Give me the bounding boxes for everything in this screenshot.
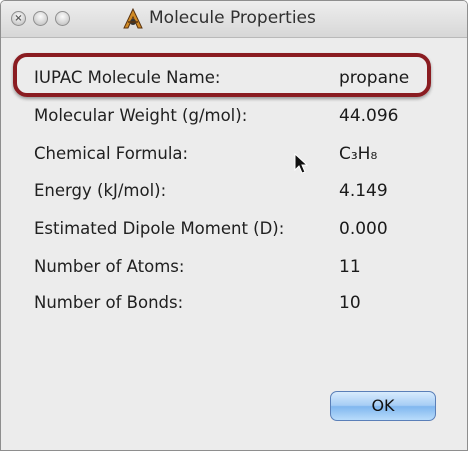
property-row-dipole-moment: Estimated Dipole Moment (D): 0.000 [1, 217, 467, 243]
mouse-cursor-icon [294, 153, 308, 174]
property-row-molecular-weight: Molecular Weight (g/mol): 44.096 [1, 104, 467, 130]
ok-button[interactable]: OK [330, 391, 436, 421]
property-row-energy: Energy (kJ/mol): 4.149 [1, 179, 467, 205]
avogadro-icon [123, 7, 143, 29]
property-label: Energy (kJ/mol): [34, 181, 167, 200]
iupac-name-highlight [13, 53, 431, 97]
property-row-number-of-bonds: Number of Bonds: 10 [1, 291, 467, 317]
property-label: Number of Bonds: [34, 293, 184, 312]
property-label: Chemical Formula: [34, 144, 189, 163]
property-value: C₃H₈ [339, 144, 378, 164]
close-window-button[interactable]: × [11, 11, 26, 26]
property-label: Molecular Weight (g/mol): [34, 106, 248, 125]
molecule-properties-window: × Molecule Properties IUPAC Molecule Nam… [0, 0, 468, 451]
minimize-window-button[interactable] [33, 11, 48, 26]
window-title: Molecule Properties [149, 8, 316, 28]
property-value: 4.149 [339, 181, 388, 201]
property-row-chemical-formula: Chemical Formula: C₃H₈ [1, 142, 467, 168]
property-row-number-of-atoms: Number of Atoms: 11 [1, 255, 467, 281]
property-value: 11 [339, 257, 361, 277]
close-icon: × [14, 13, 23, 24]
zoom-window-button[interactable] [55, 11, 70, 26]
property-value: 44.096 [339, 106, 399, 126]
property-value: 0.000 [339, 219, 388, 239]
property-value: 10 [339, 293, 361, 313]
title-bar[interactable]: × Molecule Properties [1, 1, 467, 38]
property-label: Number of Atoms: [34, 257, 185, 276]
property-label: Estimated Dipole Moment (D): [34, 219, 285, 238]
